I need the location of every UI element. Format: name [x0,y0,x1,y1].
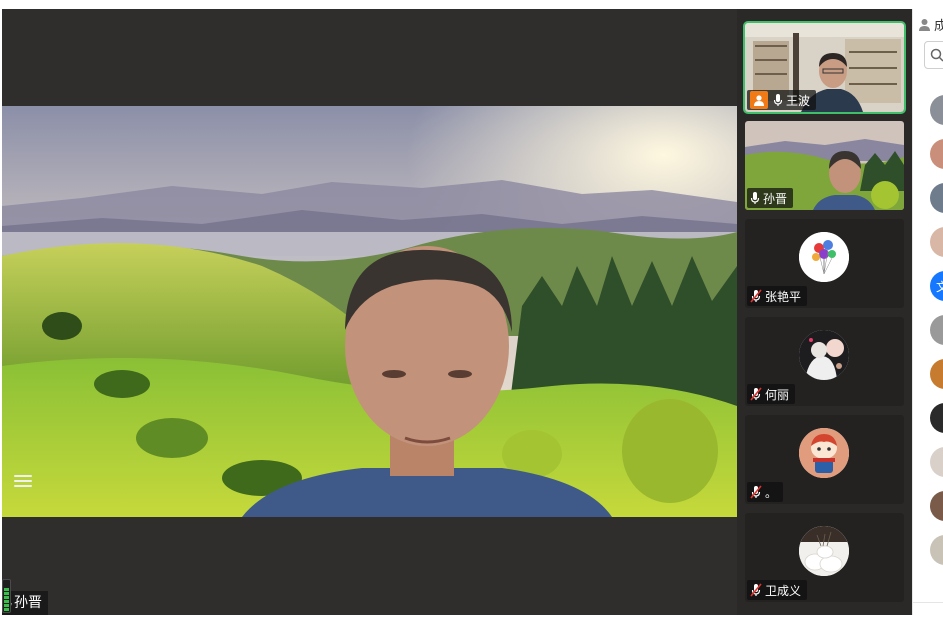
member-avatar[interactable] [930,95,943,125]
mic-icon [773,94,783,106]
member-search-input[interactable] [924,41,943,69]
host-person-icon [754,95,764,106]
list-toggle-button[interactable] [14,472,32,488]
member-avatar[interactable] [930,139,943,169]
member-avatar[interactable] [930,403,943,433]
participant-name: 孙晋 [763,191,788,206]
main-speaker-name: 孙晋 [14,595,42,611]
participant-tag: 张艳平 [747,286,808,306]
host-badge [750,91,768,109]
participant-tile[interactable]: 王波 [743,21,906,114]
participant-tile[interactable]: 。 [745,415,904,504]
participant-tile[interactable]: 何丽 [745,317,904,406]
person-icon [919,19,930,31]
participant-avatar [799,428,849,478]
participant-avatar [799,232,849,282]
mic-icon [750,192,760,204]
participant-tag: 。 [747,482,784,502]
meter-segment [4,604,9,607]
members-header: 成 [918,15,943,34]
main-video-feed [2,106,737,517]
members-header-label: 成 [934,15,943,34]
participant-tag: 孙晋 [747,188,794,208]
participant-video-list[interactable]: 王波 孙晋 张艳平 何丽 。 卫成义 [737,9,912,615]
divider [913,602,943,603]
mic-muted-icon [750,289,762,303]
participant-tag: 卫成义 [747,580,808,600]
participant-name: 张艳平 [765,289,802,304]
member-avatar[interactable] [930,183,943,213]
meter-segment [4,608,9,611]
mic-muted-icon [750,387,762,401]
member-avatar[interactable] [930,315,943,345]
member-avatar[interactable] [930,535,943,565]
meter-segment [4,596,9,599]
participant-tag: 何丽 [747,384,796,404]
main-video[interactable]: 孙晋 [2,9,737,615]
member-avatar[interactable]: 文 [930,271,943,301]
participant-name: 。 [765,485,778,500]
member-avatar[interactable] [930,447,943,477]
members-panel: 成 文 [912,9,943,615]
participant-tile[interactable]: 张艳平 [745,219,904,308]
member-avatar-text: 文 [936,278,943,295]
participant-avatar [799,526,849,576]
meter-segment [4,588,9,591]
member-avatar[interactable] [930,227,943,257]
meter-segment [4,600,9,603]
participant-name: 卫成义 [765,583,802,598]
meter-segment [4,592,9,595]
participant-name: 何丽 [765,387,790,402]
search-icon [930,48,943,62]
participant-avatar [799,330,849,380]
mic-muted-icon [750,583,762,597]
member-avatar[interactable] [930,359,943,389]
member-avatar[interactable] [930,491,943,521]
participant-tile[interactable]: 孙晋 [745,121,904,210]
mic-muted-icon [750,485,762,499]
meeting-window: 孙晋 王波 孙晋 张艳平 何丽 。 卫成义 [0,0,943,617]
participant-name: 王波 [786,93,811,108]
participant-tag: 王波 [747,90,817,110]
participant-tile[interactable]: 卫成义 [745,513,904,602]
audio-level-meter [2,579,11,613]
